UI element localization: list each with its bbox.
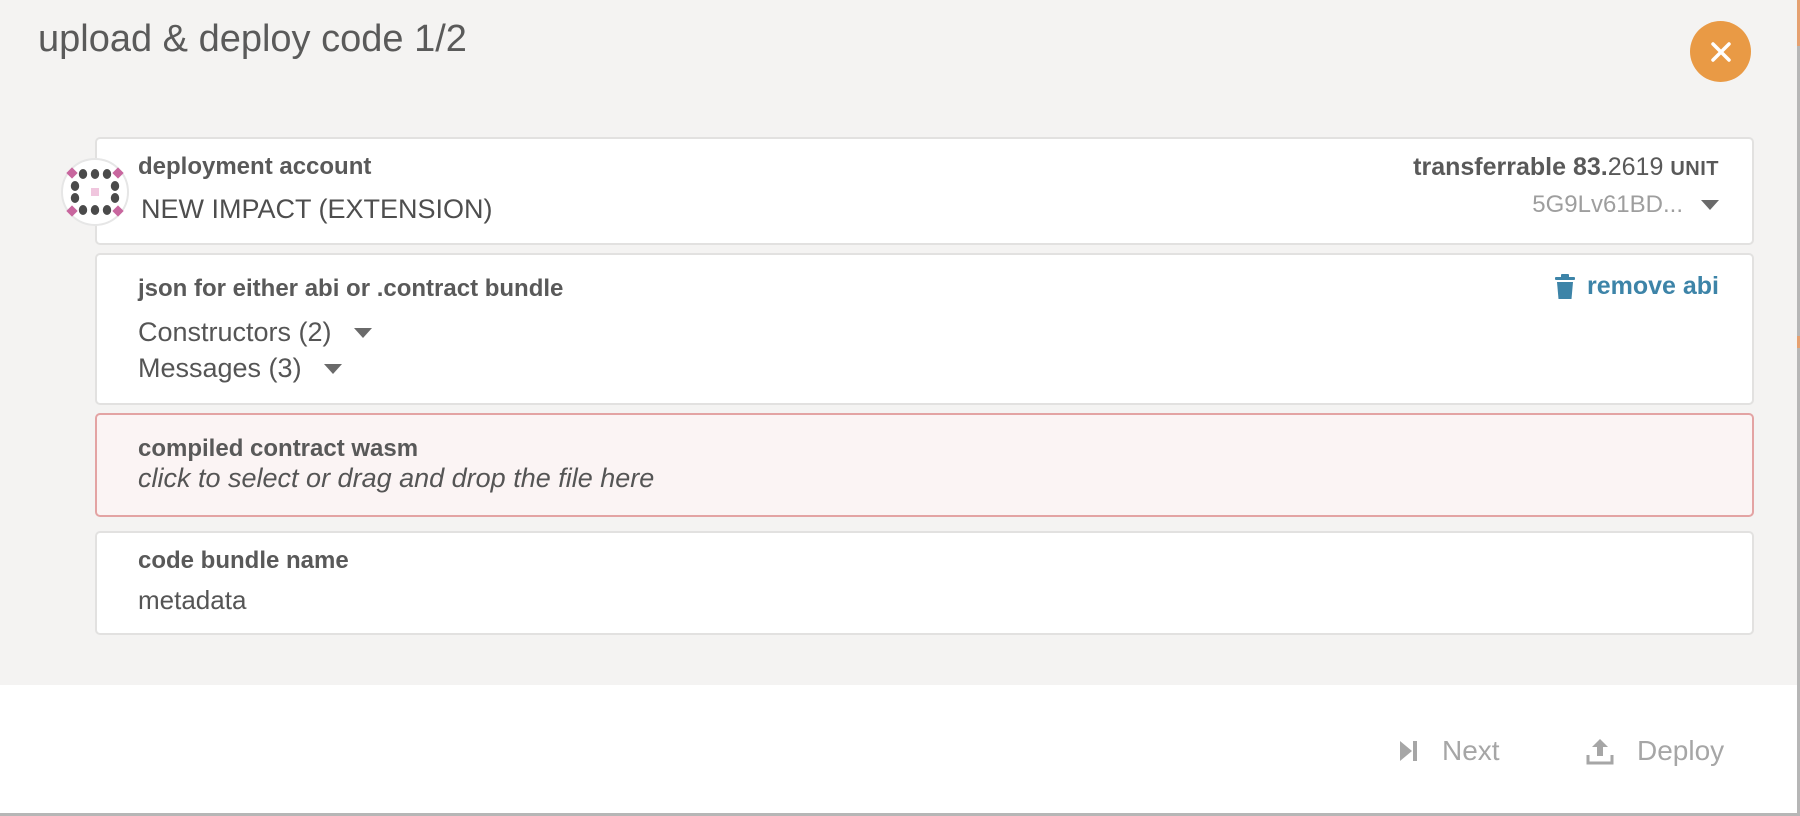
upload-icon bbox=[1586, 739, 1614, 765]
step-forward-icon bbox=[1400, 741, 1417, 761]
account-address: 5G9Lv61BD... bbox=[1532, 191, 1683, 218]
account-identicon-avatar bbox=[61, 158, 129, 226]
chevron-down-icon bbox=[323, 363, 342, 374]
chevron-down-icon bbox=[353, 327, 372, 338]
account-address-dropdown[interactable]: 5G9Lv61BD... bbox=[1532, 191, 1719, 219]
balance-display: transferrable 83.2619 UNIT bbox=[1413, 153, 1719, 182]
remove-abi-label: remove abi bbox=[1586, 272, 1719, 300]
upload-deploy-modal: upload & deploy code 1/2 deployment acco… bbox=[0, 0, 1800, 816]
deploy-button[interactable]: Deploy bbox=[1585, 735, 1724, 767]
messages-toggle[interactable]: Messages (3) bbox=[138, 353, 342, 384]
wasm-upload-field[interactable]: compiled contract wasm click to select o… bbox=[95, 413, 1754, 517]
trash-icon bbox=[1554, 273, 1575, 299]
constructors-toggle[interactable]: Constructors (2) bbox=[138, 317, 372, 348]
close-icon bbox=[1710, 41, 1731, 62]
deploy-label: Deploy bbox=[1637, 735, 1725, 766]
messages-label: Messages (3) bbox=[138, 353, 302, 383]
code-bundle-name-field[interactable]: code bundle name metadata bbox=[95, 531, 1754, 635]
balance-label: transferrable bbox=[1413, 153, 1567, 181]
next-label: Next bbox=[1442, 735, 1500, 766]
code-bundle-name-input[interactable]: metadata bbox=[138, 585, 246, 616]
abi-upload-field[interactable]: json for either abi or .contract bundle … bbox=[95, 253, 1754, 405]
balance-decimal: 2619 bbox=[1607, 153, 1664, 181]
modal-body: upload & deploy code 1/2 deployment acco… bbox=[0, 0, 1797, 685]
deployment-account-field[interactable]: deployment account NEW IMPACT (EXTENSION… bbox=[95, 137, 1754, 245]
close-button[interactable] bbox=[1690, 21, 1751, 82]
balance-integer: 83. bbox=[1572, 153, 1608, 181]
deployment-account-name: NEW IMPACT (EXTENSION) bbox=[141, 194, 493, 224]
modal-title: upload & deploy code 1/2 bbox=[38, 18, 467, 60]
next-button[interactable]: Next bbox=[1398, 735, 1500, 767]
deployment-account-label: deployment account bbox=[138, 153, 372, 180]
abi-label: json for either abi or .contract bundle bbox=[138, 275, 564, 302]
wasm-label: compiled contract wasm bbox=[138, 435, 419, 462]
identicon-icon bbox=[66, 167, 124, 217]
wasm-dropzone-placeholder: click to select or drag and drop the fil… bbox=[138, 463, 655, 493]
app-stage: upload & deploy code 1/2 deployment acco… bbox=[0, 0, 1800, 816]
constructors-label: Constructors (2) bbox=[138, 317, 332, 347]
remove-abi-button[interactable]: remove abi bbox=[1554, 272, 1719, 301]
code-bundle-name-label: code bundle name bbox=[138, 547, 349, 574]
modal-footer bbox=[0, 685, 1797, 813]
chevron-down-icon bbox=[1701, 200, 1719, 210]
balance-unit: UNIT bbox=[1670, 158, 1719, 180]
